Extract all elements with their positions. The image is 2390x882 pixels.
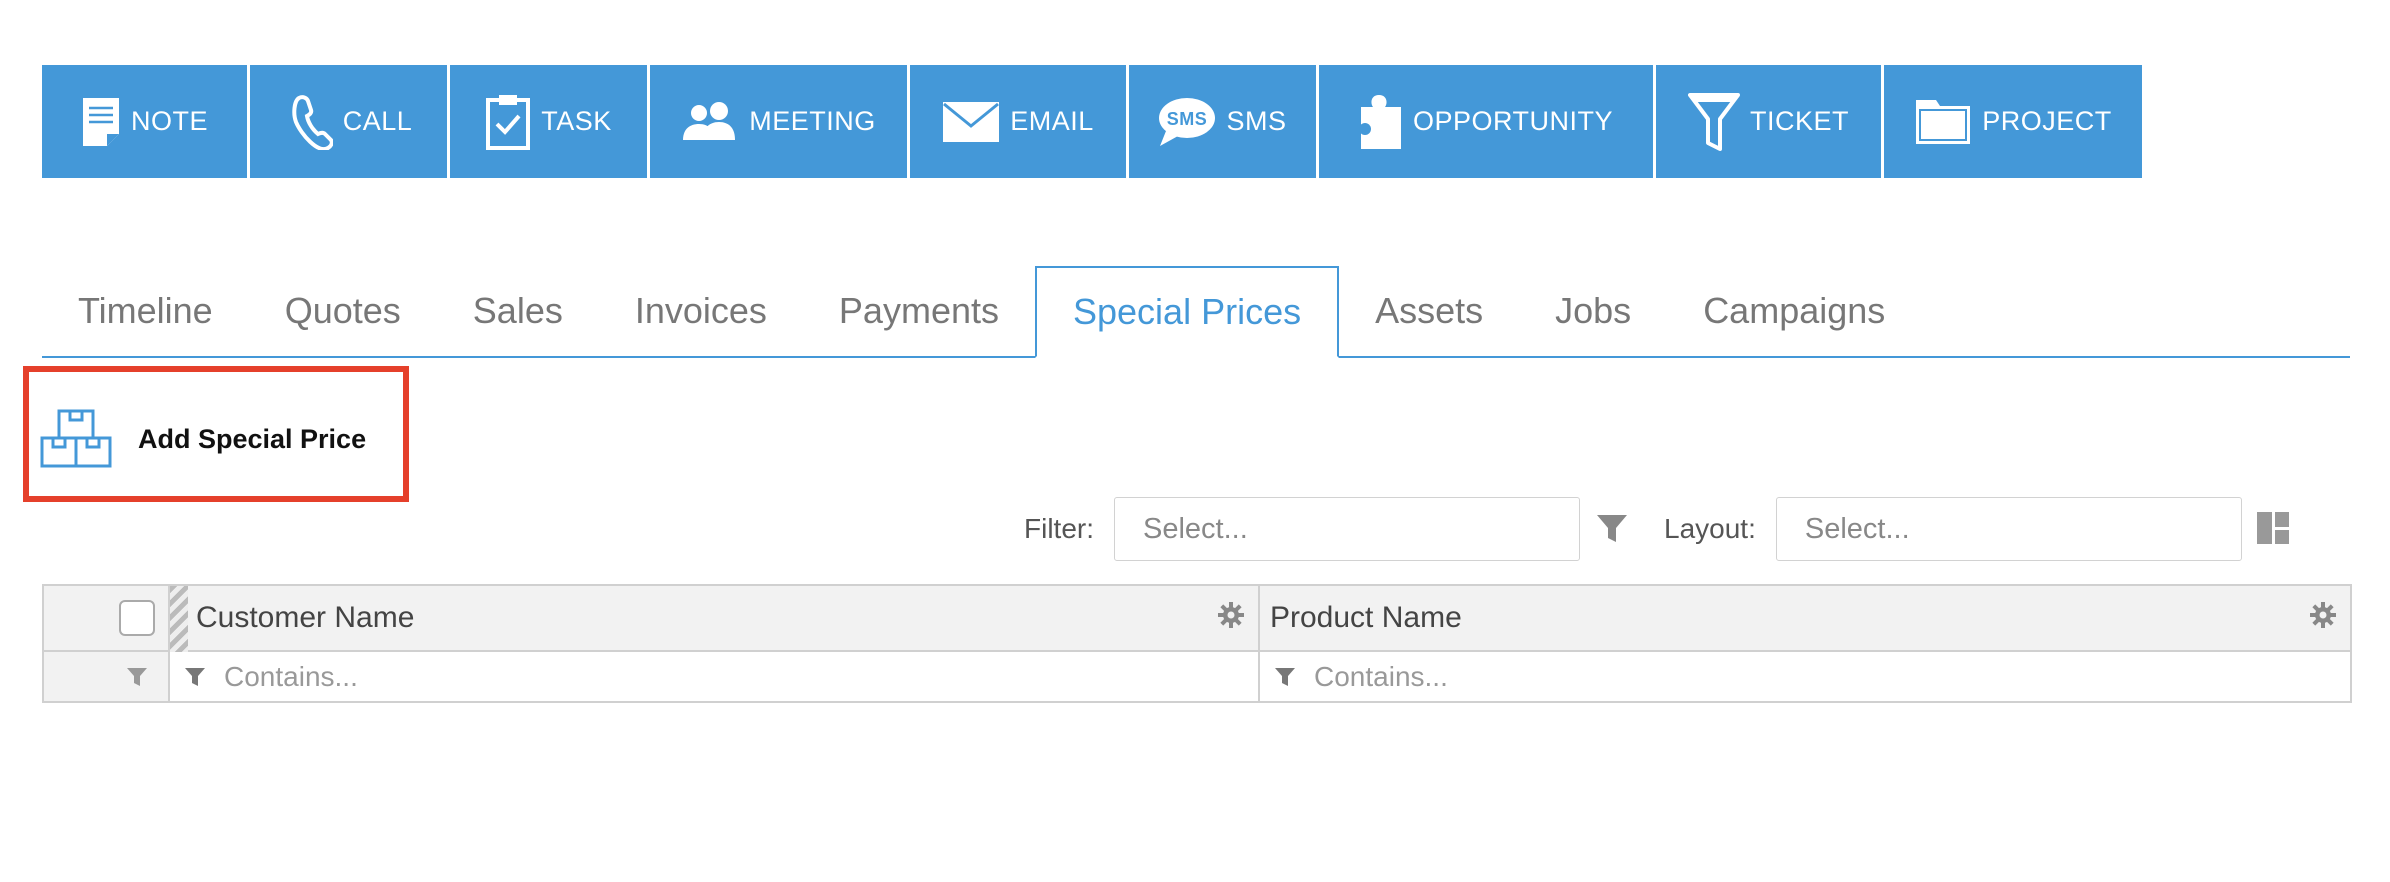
add-special-price-label: Add Special Price [138, 423, 367, 454]
action-toolbar: NOTE CALL TASK MEETING EMAIL SMS SMS OPP… [42, 65, 2142, 178]
select-all-checkbox[interactable] [119, 600, 155, 636]
select-all-cell [44, 586, 170, 650]
tab-special-prices[interactable]: Special Prices [1035, 266, 1340, 358]
customer-name-filter-input[interactable]: Contains... [170, 652, 1258, 701]
tab-jobs[interactable]: Jobs [1519, 266, 1667, 356]
boxes-icon [40, 408, 114, 470]
record-tabs: Timeline Quotes Sales Invoices Payments … [42, 266, 2350, 358]
special-prices-grid: Customer Name Product Name Contains... C… [42, 584, 2352, 703]
call-button[interactable]: CALL [250, 65, 450, 178]
tab-payments[interactable]: Payments [803, 266, 1035, 356]
column-drag-handle[interactable] [170, 586, 188, 652]
filter-row-selector [44, 652, 170, 701]
column-title-product-name: Product Name [1270, 601, 1462, 634]
email-button[interactable]: EMAIL [910, 65, 1129, 178]
people-icon [681, 101, 739, 142]
layout-grid-icon[interactable] [2256, 511, 2292, 547]
customer-name-filter-cell: Contains... [170, 652, 1260, 701]
layout-select[interactable]: Select... [1775, 497, 2242, 561]
svg-text:SMS: SMS [1167, 109, 1208, 129]
add-special-price-button[interactable]: Add Special Price [40, 408, 366, 470]
sms-button[interactable]: SMS SMS [1129, 65, 1319, 178]
tab-invoices[interactable]: Invoices [599, 266, 803, 356]
product-name-filter-cell: Contains... [1260, 652, 2350, 701]
note-label: NOTE [130, 106, 208, 136]
ticket-button[interactable]: TICKET [1656, 65, 1884, 178]
gear-icon[interactable] [1218, 602, 1244, 628]
page: NOTE CALL TASK MEETING EMAIL SMS SMS OPP… [0, 0, 2390, 882]
folder-icon [1914, 98, 1972, 146]
call-label: CALL [342, 106, 413, 136]
sms-bubble-icon: SMS [1158, 97, 1216, 147]
puzzle-icon [1358, 93, 1403, 151]
task-label: TASK [541, 106, 612, 136]
filter-bar: Filter: Select... Layout: Select... [1000, 497, 2360, 561]
phone-icon [285, 94, 333, 150]
filter-funnel-icon[interactable] [1594, 511, 1630, 547]
tab-campaigns[interactable]: Campaigns [1667, 266, 1921, 356]
email-label: EMAIL [1010, 106, 1094, 136]
sms-label: SMS [1226, 106, 1287, 136]
column-product-name[interactable]: Product Name [1260, 586, 2350, 650]
note-icon [81, 96, 121, 148]
project-label: PROJECT [1982, 106, 2112, 136]
column-customer-name[interactable]: Customer Name [170, 586, 1260, 652]
opportunity-label: OPPORTUNITY [1412, 106, 1614, 136]
tab-quotes[interactable]: Quotes [249, 266, 437, 356]
filter-label: Filter: [1024, 513, 1094, 544]
layout-label: Layout: [1664, 513, 1756, 544]
envelope-icon [942, 100, 1000, 144]
note-button[interactable]: NOTE [42, 65, 250, 178]
clipboard-check-icon [485, 93, 531, 151]
tab-sales[interactable]: Sales [437, 266, 599, 356]
tab-timeline[interactable]: Timeline [42, 266, 249, 356]
filter-icon[interactable] [1274, 666, 1296, 688]
filter-icon[interactable] [126, 666, 148, 688]
project-button[interactable]: PROJECT [1884, 65, 2142, 178]
funnel-icon [1687, 92, 1740, 151]
product-name-filter-input[interactable]: Contains... [1260, 652, 2350, 701]
ticket-label: TICKET [1749, 106, 1849, 136]
gear-icon[interactable] [2310, 602, 2336, 628]
meeting-button[interactable]: MEETING [650, 65, 910, 178]
tab-assets[interactable]: Assets [1339, 266, 1519, 356]
grid-header-row: Customer Name Product Name [44, 586, 2350, 652]
column-title-customer-name: Customer Name [196, 601, 415, 634]
grid-filter-row: Contains... Contains... [44, 652, 2350, 701]
filter-select[interactable]: Select... [1114, 497, 1580, 561]
filter-icon[interactable] [184, 666, 206, 688]
meeting-label: MEETING [749, 106, 876, 136]
task-button[interactable]: TASK [450, 65, 650, 178]
opportunity-button[interactable]: OPPORTUNITY [1319, 65, 1656, 178]
